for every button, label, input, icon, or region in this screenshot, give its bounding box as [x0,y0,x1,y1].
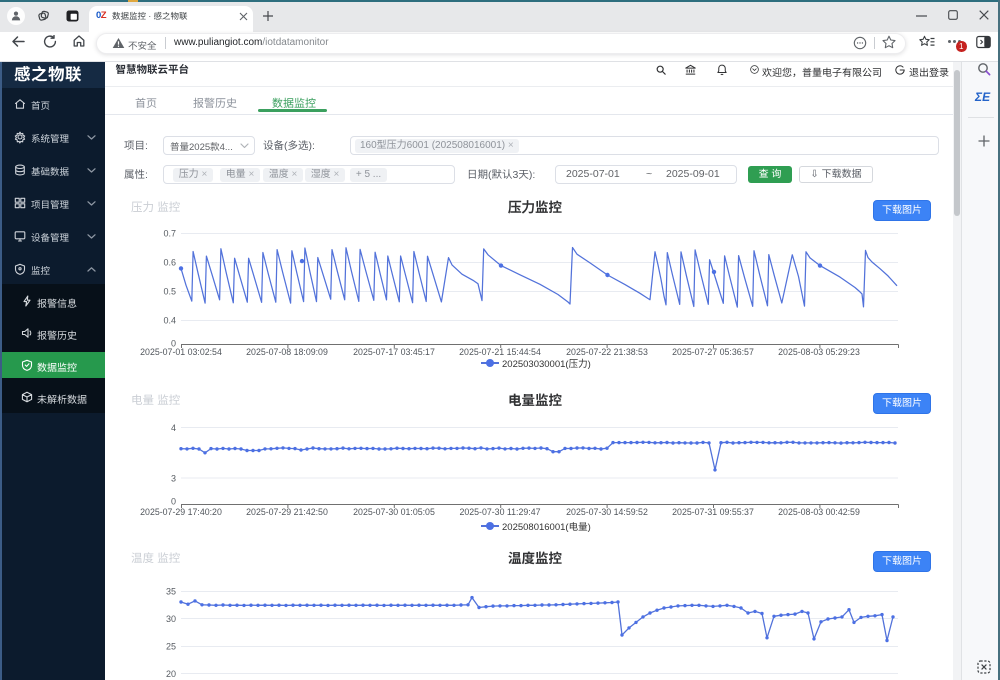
svg-text:0.6: 0.6 [163,258,176,268]
svg-text:2025-07-22 21:38:53: 2025-07-22 21:38:53 [566,347,648,357]
svg-text:2025-08-03 05:29:23: 2025-08-03 05:29:23 [778,347,860,357]
svg-text:2025-07-31 09:55:37: 2025-07-31 09:55:37 [672,507,754,517]
svg-text:25: 25 [166,642,176,652]
svg-text:35: 35 [166,587,176,597]
svg-text:2025-07-29 21:42:50: 2025-07-29 21:42:50 [246,507,328,517]
svg-text:202508016001(电量): 202508016001(电量) [502,522,591,533]
svg-text:2025-07-30 14:59:52: 2025-07-30 14:59:52 [566,507,648,517]
svg-text:30: 30 [166,614,176,624]
svg-text:2025-07-29 17:40:20: 2025-07-29 17:40:20 [140,507,222,517]
svg-text:2025-07-01 03:02:54: 2025-07-01 03:02:54 [140,347,222,357]
svg-text:2025-07-27 05:36:57: 2025-07-27 05:36:57 [672,347,754,357]
svg-text:2025-07-21 15:44:54: 2025-07-21 15:44:54 [459,347,541,357]
svg-text:202503030001(压力): 202503030001(压力) [502,358,591,370]
svg-text:2025-07-30 01:05:05: 2025-07-30 01:05:05 [353,507,435,517]
svg-text:0.7: 0.7 [163,229,176,239]
svg-text:0: 0 [171,497,176,507]
svg-text:4: 4 [171,423,176,433]
svg-text:2025-07-17 03:45:17: 2025-07-17 03:45:17 [353,347,435,357]
svg-text:2025-08-03 00:42:59: 2025-08-03 00:42:59 [778,507,860,517]
svg-text:3: 3 [171,474,176,484]
svg-text:0.4: 0.4 [163,316,176,326]
svg-text:2025-07-30 11:29:47: 2025-07-30 11:29:47 [459,507,540,517]
svg-text:0.5: 0.5 [163,287,176,297]
svg-text:20: 20 [166,669,176,679]
svg-text:2025-07-08 18:09:09: 2025-07-08 18:09:09 [246,347,328,357]
